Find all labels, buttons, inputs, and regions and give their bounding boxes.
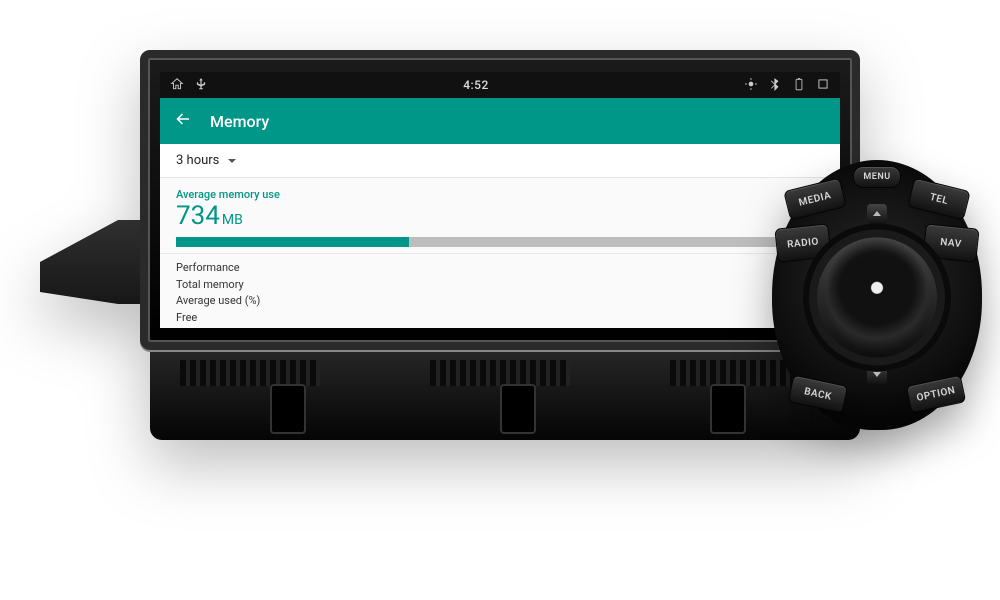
radio-button[interactable]: RADIO [774,223,831,262]
menu-button[interactable]: MENU [853,166,901,188]
memory-stats-list: Performance Normal Total memory 2.0 GB A… [160,254,840,328]
back-arrow-icon[interactable] [174,110,192,132]
home-icon[interactable] [170,77,184,94]
memory-usage-bar [176,237,824,247]
usb-icon [194,77,208,94]
status-clock: 4:52 [463,78,489,92]
stat-total[interactable]: Total memory 2.0 GB [176,277,824,294]
stat-avg-used[interactable]: Average used (%) 36% [176,293,824,310]
page-title: Memory [210,112,269,131]
battery-icon [792,77,806,94]
rotary-knob[interactable] [817,237,937,357]
memory-usage-bar-fill [176,237,409,247]
average-memory-card[interactable]: Average memory use 734MB [160,178,840,254]
dpad-up[interactable] [867,204,887,224]
idrive-controller: MENU MEDIA TEL RADIO NAV BACK OPTION [772,160,982,430]
bluetooth-icon [768,77,782,94]
chevron-down-icon [227,156,237,166]
head-unit-device: 4:52 [40,50,860,440]
stat-performance[interactable]: Performance Normal [176,260,824,277]
recents-icon[interactable] [816,77,830,94]
nav-button[interactable]: NAV [922,223,979,262]
settings-header: Memory [160,98,840,144]
android-screen: 4:52 [160,72,840,328]
stat-free[interactable]: Free 1.3 GB [176,310,824,327]
gps-icon [744,77,758,94]
timeframe-value: 3 hours [176,153,219,168]
avg-memory-label: Average memory use [176,188,824,201]
android-status-bar: 4:52 [160,72,840,98]
dpad-down[interactable] [867,364,887,384]
brand-watermark: MEKEDE [718,397,850,430]
avg-memory-value: 734MB [176,201,824,231]
timeframe-dropdown[interactable]: 3 hours [160,144,840,178]
